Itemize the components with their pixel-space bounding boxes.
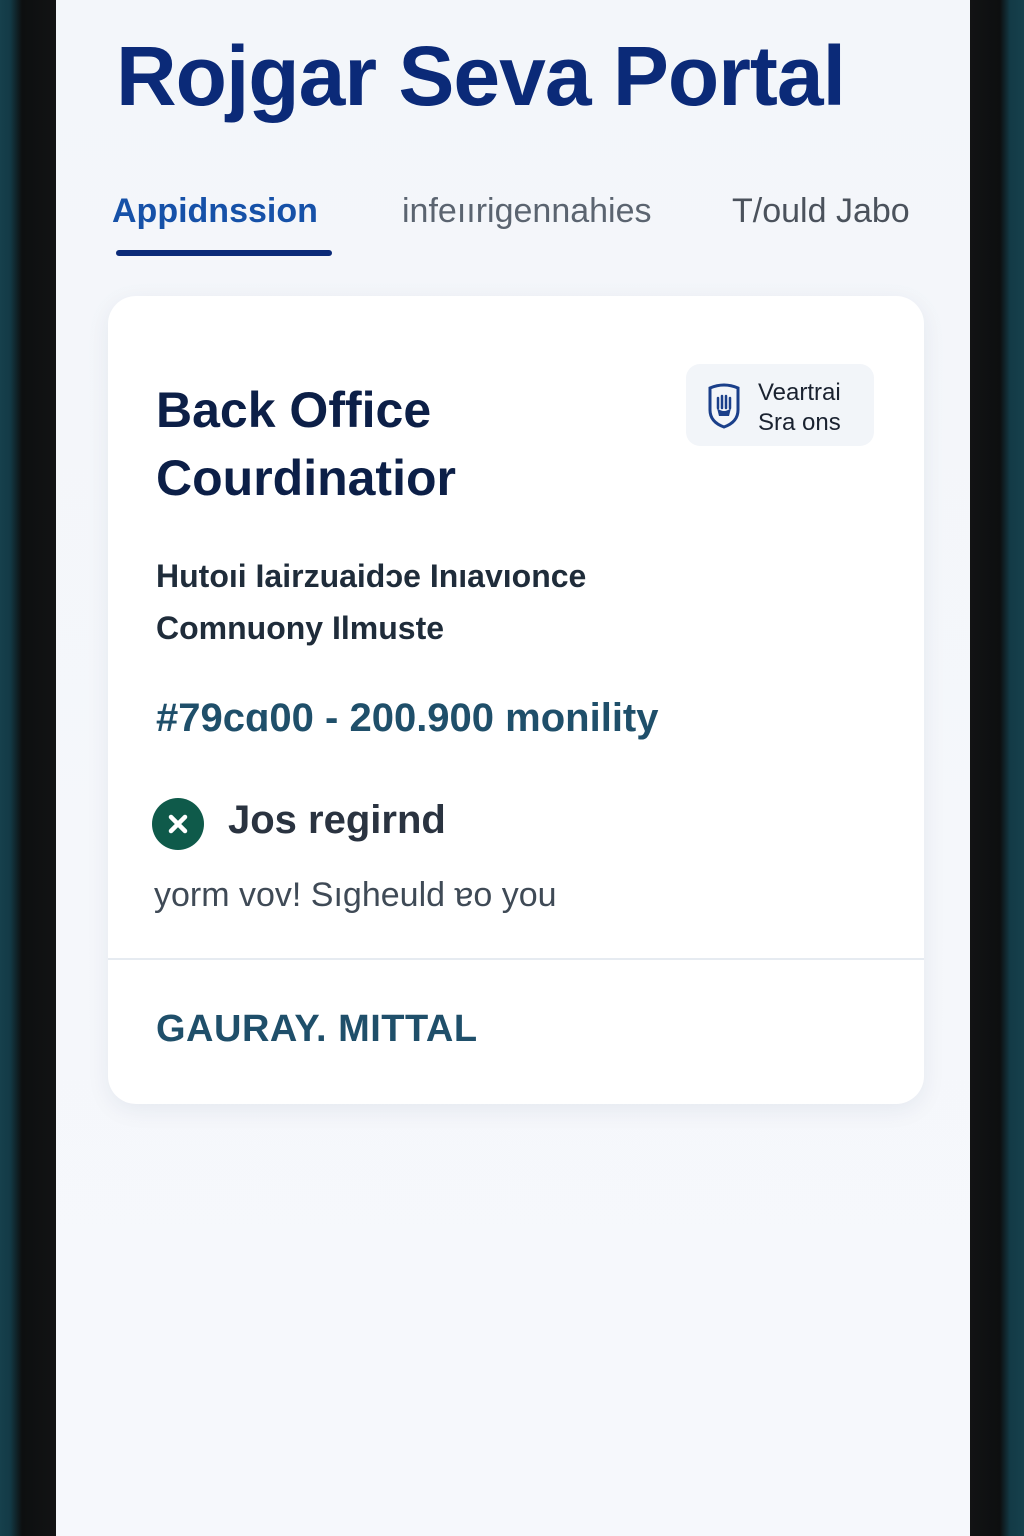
app-screen: Rojgar Seva Portal Appidnssion infeıırig… xyxy=(56,0,970,1536)
tab-bar: Appidnssion infeıırigennahies T/ould Jab… xyxy=(112,192,952,262)
device-bezel-left xyxy=(0,0,56,1536)
job-title-line: Back Office xyxy=(156,382,432,438)
job-card[interactable]: Back Office Courdinatior Veartrai Sra on… xyxy=(108,296,924,1104)
close-circle-icon xyxy=(152,798,204,850)
status-message: yorm vov! Sıgheuld ɐo you xyxy=(154,876,557,914)
job-title: Back Office Courdinatior xyxy=(156,376,576,512)
tab-jobs[interactable]: T/ould Jabo xyxy=(732,192,910,231)
tab-applications[interactable]: Appidnssion xyxy=(112,192,318,231)
status-text: Jos regirnd xyxy=(228,798,446,842)
device-bezel-right xyxy=(970,0,1024,1536)
salary-range: #79cɑ00 - 200.900 monility xyxy=(156,696,659,740)
company-badge: Veartrai Sra ons xyxy=(686,364,874,446)
company-badge-line: Veartrai xyxy=(758,379,841,406)
application-status: Jos regirnd xyxy=(152,796,652,852)
company-name-line: Comnuony Ilmuste xyxy=(156,610,445,646)
company-badge-line: Sra ons xyxy=(758,409,841,436)
shield-logo-icon xyxy=(708,383,740,429)
tab-information[interactable]: infeıırigennahies xyxy=(402,192,652,231)
company-name: Hutoıi Iairzuaidɔe Inıavıonce Comnuony I… xyxy=(156,550,716,654)
active-tab-indicator xyxy=(116,250,332,256)
portal-title: Rojgar Seva Portal xyxy=(116,29,846,123)
company-name-line: Hutoıi Iairzuaidɔe Inıavıonce xyxy=(156,558,587,594)
card-divider xyxy=(108,958,924,960)
recruiter-name: GAURAY. MITTAL xyxy=(156,1008,478,1050)
job-title-line: Courdinatior xyxy=(156,450,456,506)
company-badge-text: Veartrai Sra ons xyxy=(758,378,841,438)
